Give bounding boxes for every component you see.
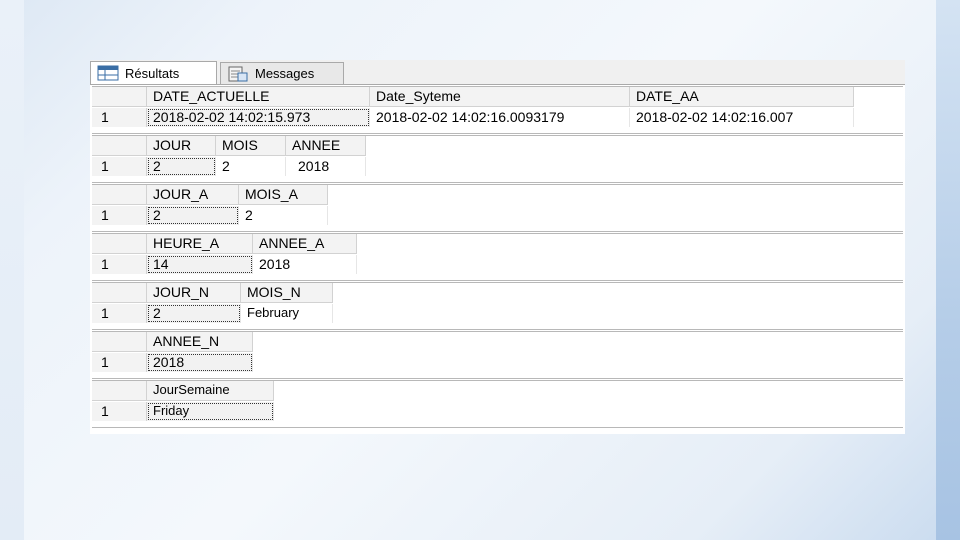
- column-header[interactable]: DATE_ACTUELLE: [147, 87, 370, 107]
- result-grid-4[interactable]: HEURE_A ANNEE_A 1 14 2018: [92, 233, 903, 281]
- column-header[interactable]: ANNEE_N: [147, 332, 253, 352]
- grid-cell[interactable]: 2018: [253, 255, 357, 274]
- column-header[interactable]: ANNEE_A: [253, 234, 357, 254]
- column-header[interactable]: JourSemaine: [147, 381, 274, 401]
- row-header-corner: [92, 283, 147, 303]
- row-number[interactable]: 1: [92, 206, 147, 225]
- result-grid-1[interactable]: DATE_ACTUELLE Date_Syteme DATE_AA 1 2018…: [92, 86, 903, 134]
- column-header[interactable]: HEURE_A: [147, 234, 253, 254]
- row-number[interactable]: 1: [92, 353, 147, 372]
- tab-messages-label: Messages: [255, 66, 315, 81]
- result-grid-6[interactable]: ANNEE_N 1 2018: [92, 331, 903, 379]
- row-number[interactable]: 1: [92, 255, 147, 274]
- column-header[interactable]: JOUR_A: [147, 185, 239, 205]
- row-header-corner: [92, 381, 147, 401]
- background-right-band: [936, 0, 960, 540]
- row-number[interactable]: 1: [92, 157, 147, 176]
- grid-cell[interactable]: 2: [147, 304, 241, 323]
- grid-cell[interactable]: 2018-02-02 14:02:16.007: [630, 108, 854, 127]
- grid-cell[interactable]: 2018-02-02 14:02:16.0093179: [370, 108, 630, 127]
- grid-cell[interactable]: 2: [239, 206, 328, 225]
- messages-icon: [227, 66, 249, 82]
- column-header[interactable]: JOUR: [147, 136, 216, 156]
- grid-cell[interactable]: 2018-02-02 14:02:15.973: [147, 108, 370, 127]
- grid-icon: [97, 65, 119, 81]
- result-grid-7[interactable]: JourSemaine 1 Friday: [92, 380, 903, 428]
- result-grid-3[interactable]: JOUR_A MOIS_A 1 2 2: [92, 184, 903, 232]
- grid-cell[interactable]: 2018: [286, 157, 366, 176]
- column-header[interactable]: JOUR_N: [147, 283, 241, 303]
- tab-messages[interactable]: Messages: [220, 62, 344, 84]
- row-header-corner: [92, 136, 147, 156]
- grid-cell[interactable]: Friday: [147, 402, 274, 421]
- column-header[interactable]: DATE_AA: [630, 87, 854, 107]
- row-header-corner: [92, 87, 147, 107]
- grid-cell[interactable]: 2018: [147, 353, 253, 372]
- result-grid-5[interactable]: JOUR_N MOIS_N 1 2 February: [92, 282, 903, 330]
- column-header[interactable]: MOIS_N: [241, 283, 333, 303]
- row-number[interactable]: 1: [92, 402, 147, 421]
- column-header[interactable]: MOIS_A: [239, 185, 328, 205]
- grid-cell[interactable]: February: [241, 304, 333, 323]
- background-left-band: [0, 0, 24, 540]
- row-header-corner: [92, 234, 147, 254]
- result-tabstrip: Résultats Messages: [90, 60, 905, 85]
- results-pane: Résultats Messages DATE_ACTUELLE Date_Sy…: [90, 60, 905, 434]
- grid-cell[interactable]: 2: [147, 157, 216, 176]
- column-header[interactable]: ANNEE: [286, 136, 366, 156]
- grid-cell[interactable]: 14: [147, 255, 253, 274]
- row-header-corner: [92, 332, 147, 352]
- row-header-corner: [92, 185, 147, 205]
- grid-cell[interactable]: 2: [147, 206, 239, 225]
- tab-results[interactable]: Résultats: [90, 61, 217, 84]
- row-number[interactable]: 1: [92, 108, 147, 127]
- grid-cell[interactable]: 2: [216, 157, 286, 176]
- row-number[interactable]: 1: [92, 304, 147, 323]
- column-header[interactable]: MOIS: [216, 136, 286, 156]
- tab-results-label: Résultats: [125, 65, 180, 81]
- column-header[interactable]: Date_Syteme: [370, 87, 630, 107]
- result-grid-2[interactable]: JOUR MOIS ANNEE 1 2 2 2018: [92, 135, 903, 183]
